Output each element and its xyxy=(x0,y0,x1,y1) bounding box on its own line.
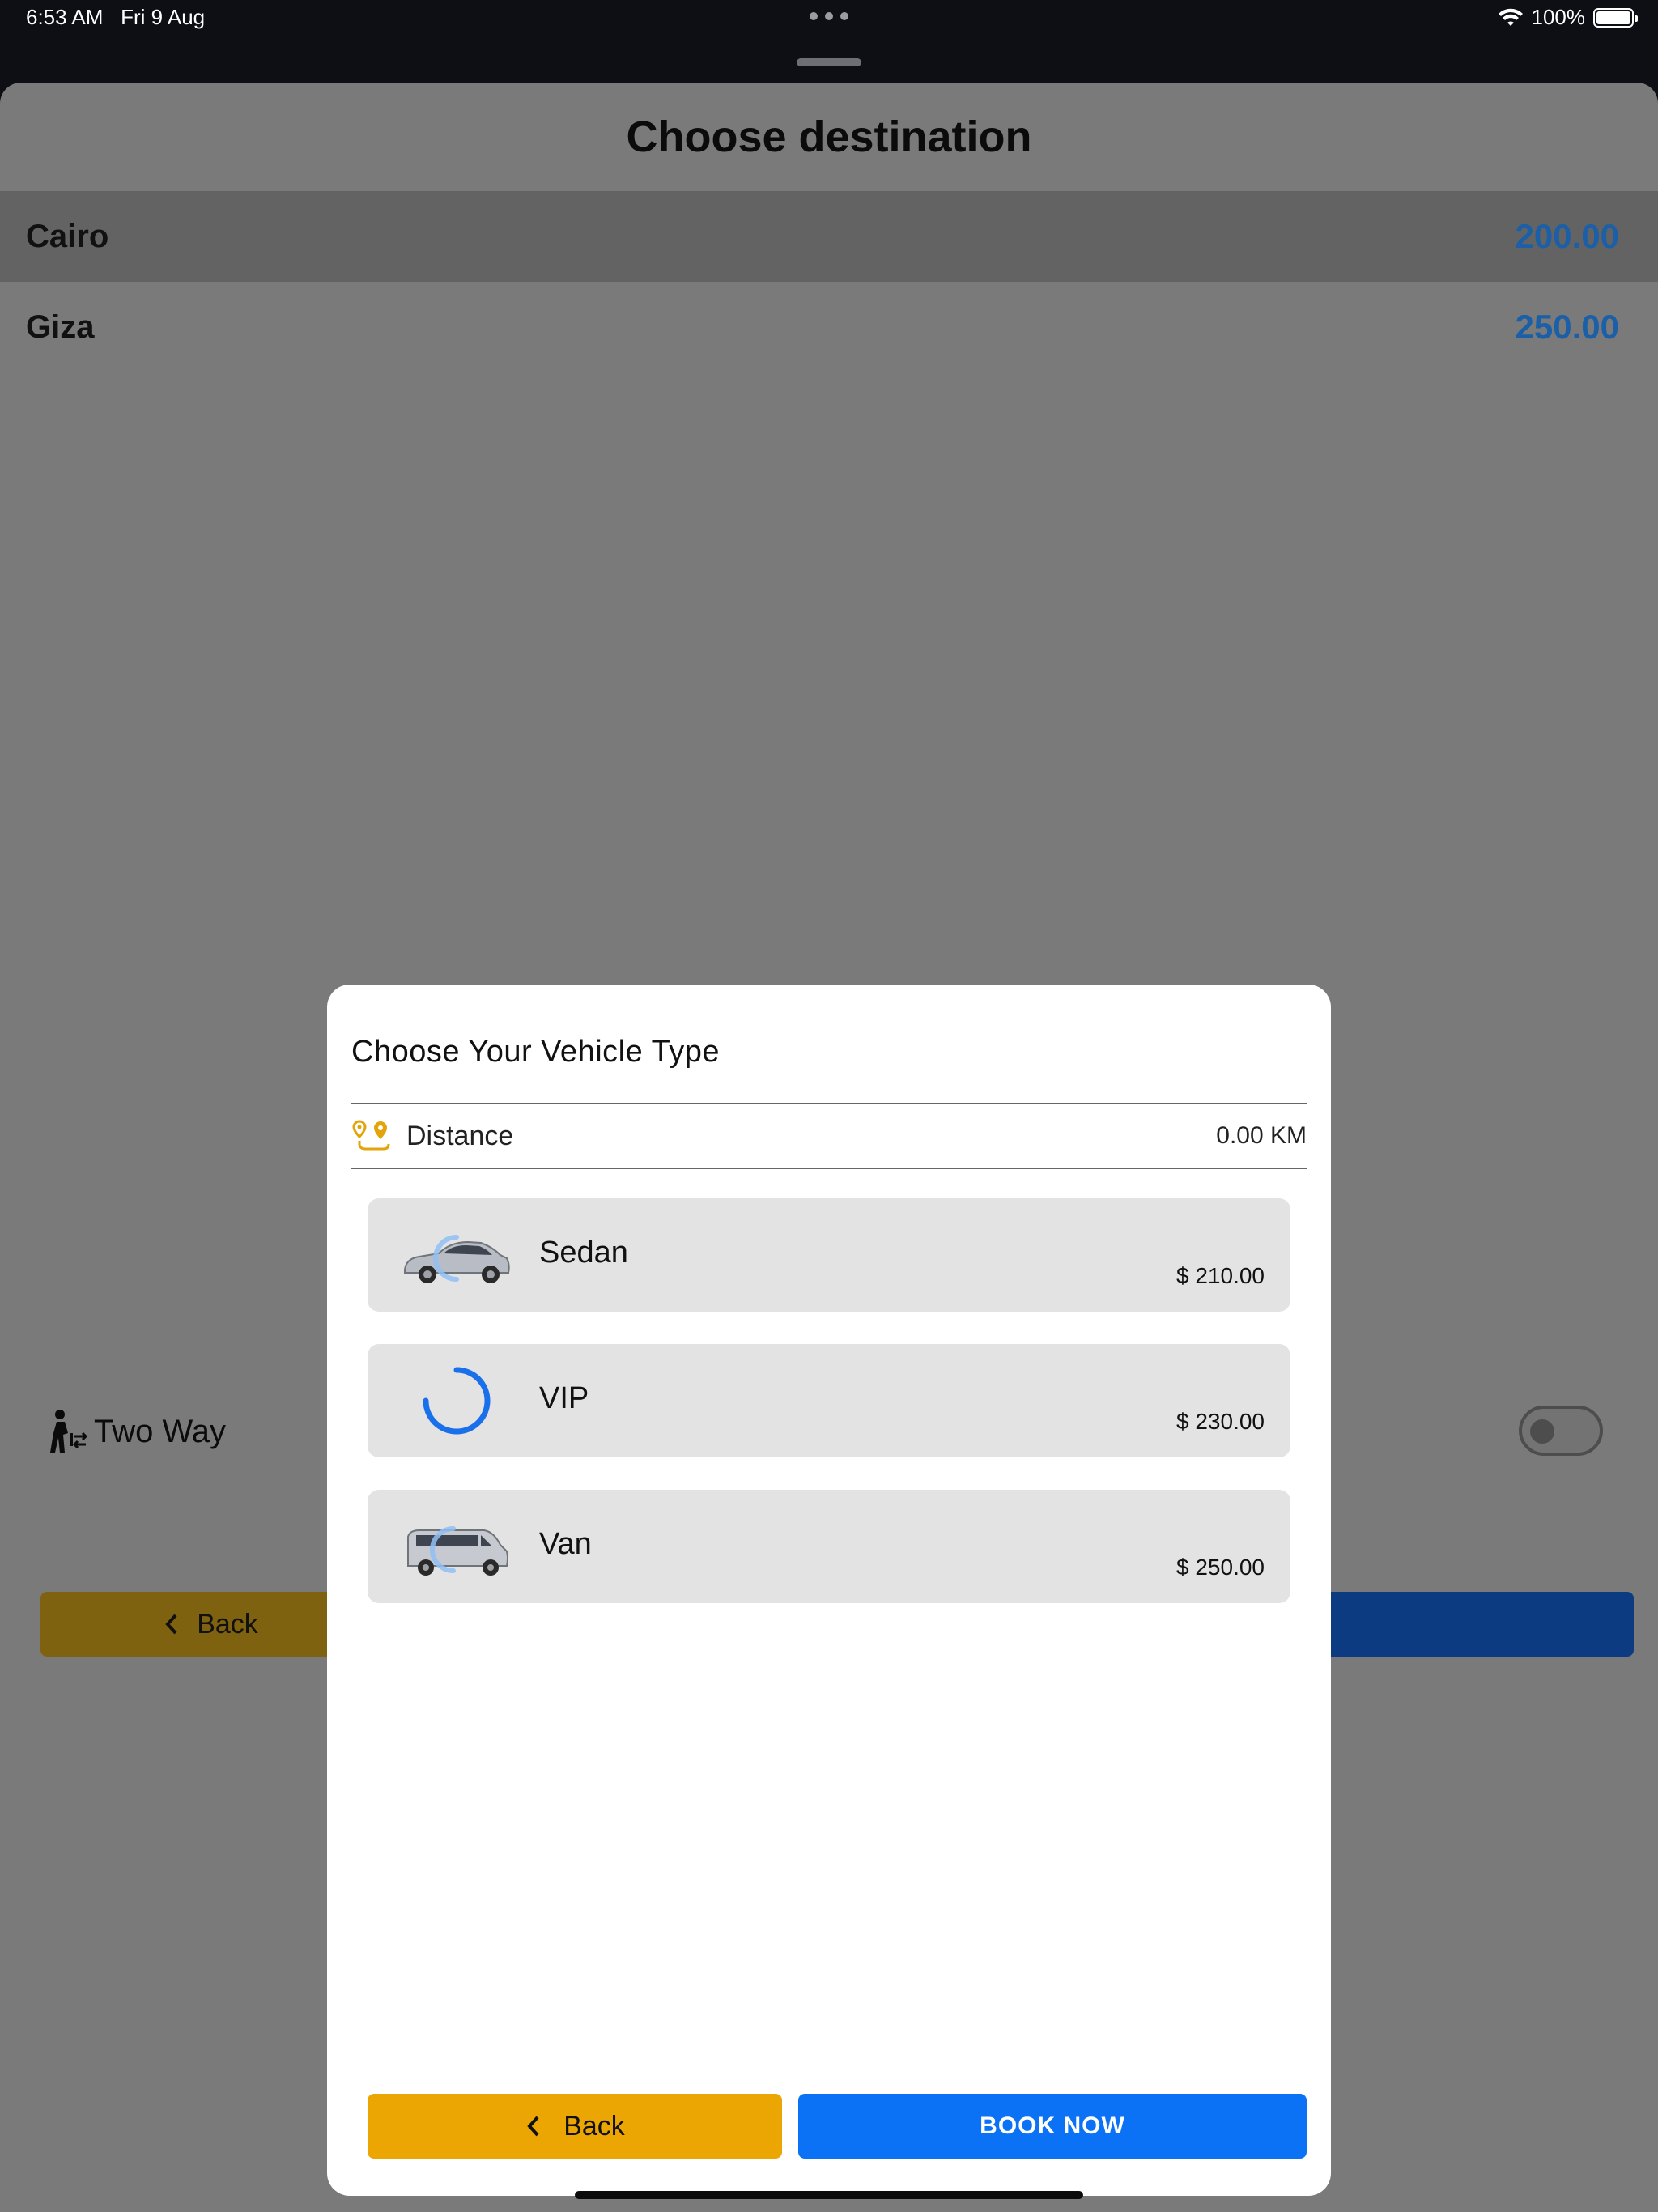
multitasking-dots-icon[interactable] xyxy=(810,8,848,24)
status-time: 6:53 AM Fri 9 Aug xyxy=(26,5,206,29)
back-button[interactable]: Back xyxy=(368,2094,782,2159)
sedan-car-image xyxy=(400,1216,513,1294)
home-indicator[interactable] xyxy=(575,2191,1083,2199)
status-indicators: 100% xyxy=(1498,5,1638,30)
distance-row: Distance 0.00 KM xyxy=(351,1103,1307,1169)
sheet-grabber[interactable] xyxy=(797,58,861,66)
vehicle-option-vip[interactable]: VIP $ 230.00 xyxy=(368,1344,1290,1457)
van-image xyxy=(400,1508,513,1585)
book-now-label: BOOK NOW xyxy=(980,2112,1125,2139)
two-way-option: Two Way xyxy=(49,1409,226,1454)
chevron-left-icon xyxy=(527,2116,539,2137)
destination-row-cairo[interactable]: Cairo 200.00 xyxy=(0,191,1658,282)
vehicle-price: $ 250.00 xyxy=(1176,1555,1265,1580)
vehicle-price: $ 210.00 xyxy=(1176,1263,1265,1288)
book-now-button[interactable]: BOOK NOW xyxy=(798,2094,1307,2159)
destination-name: Cairo xyxy=(26,218,109,254)
two-way-label: Two Way xyxy=(94,1413,226,1449)
status-bar: 6:53 AM Fri 9 Aug 100% xyxy=(0,0,1658,40)
back-label: Back xyxy=(563,2110,625,2142)
dialog-title: Choose Your Vehicle Type xyxy=(351,1035,720,1069)
route-pin-icon xyxy=(352,1120,390,1151)
chevron-left-icon xyxy=(165,1614,177,1635)
toggle-knob xyxy=(1530,1419,1554,1444)
battery-icon xyxy=(1593,7,1638,28)
wifi-icon xyxy=(1498,8,1523,26)
page-title: Choose destination xyxy=(626,113,1032,161)
vehicle-type-dialog: Choose Your Vehicle Type Distance 0.00 K… xyxy=(327,985,1331,2196)
destination-row-giza[interactable]: Giza 250.00 xyxy=(0,282,1658,372)
vehicle-name: Van xyxy=(539,1527,592,1561)
vehicle-option-van[interactable]: Van $ 250.00 xyxy=(368,1490,1290,1603)
destination-name: Giza xyxy=(26,308,95,345)
loading-spinner-icon xyxy=(400,1362,513,1440)
destination-price: 200.00 xyxy=(1515,217,1619,255)
vehicle-price: $ 230.00 xyxy=(1176,1409,1265,1434)
distance-value: 0.00 KM xyxy=(1216,1122,1307,1149)
back-label: Back xyxy=(197,1608,258,1640)
battery-percent: 100% xyxy=(1531,5,1586,29)
vehicle-option-sedan[interactable]: Sedan $ 210.00 xyxy=(368,1198,1290,1312)
vehicle-name: Sedan xyxy=(539,1236,628,1270)
traveler-icon xyxy=(50,1410,88,1453)
destination-price: 250.00 xyxy=(1515,308,1619,346)
vehicle-name: VIP xyxy=(539,1381,589,1415)
two-way-toggle[interactable] xyxy=(1519,1406,1603,1456)
distance-label: Distance xyxy=(406,1120,514,1151)
